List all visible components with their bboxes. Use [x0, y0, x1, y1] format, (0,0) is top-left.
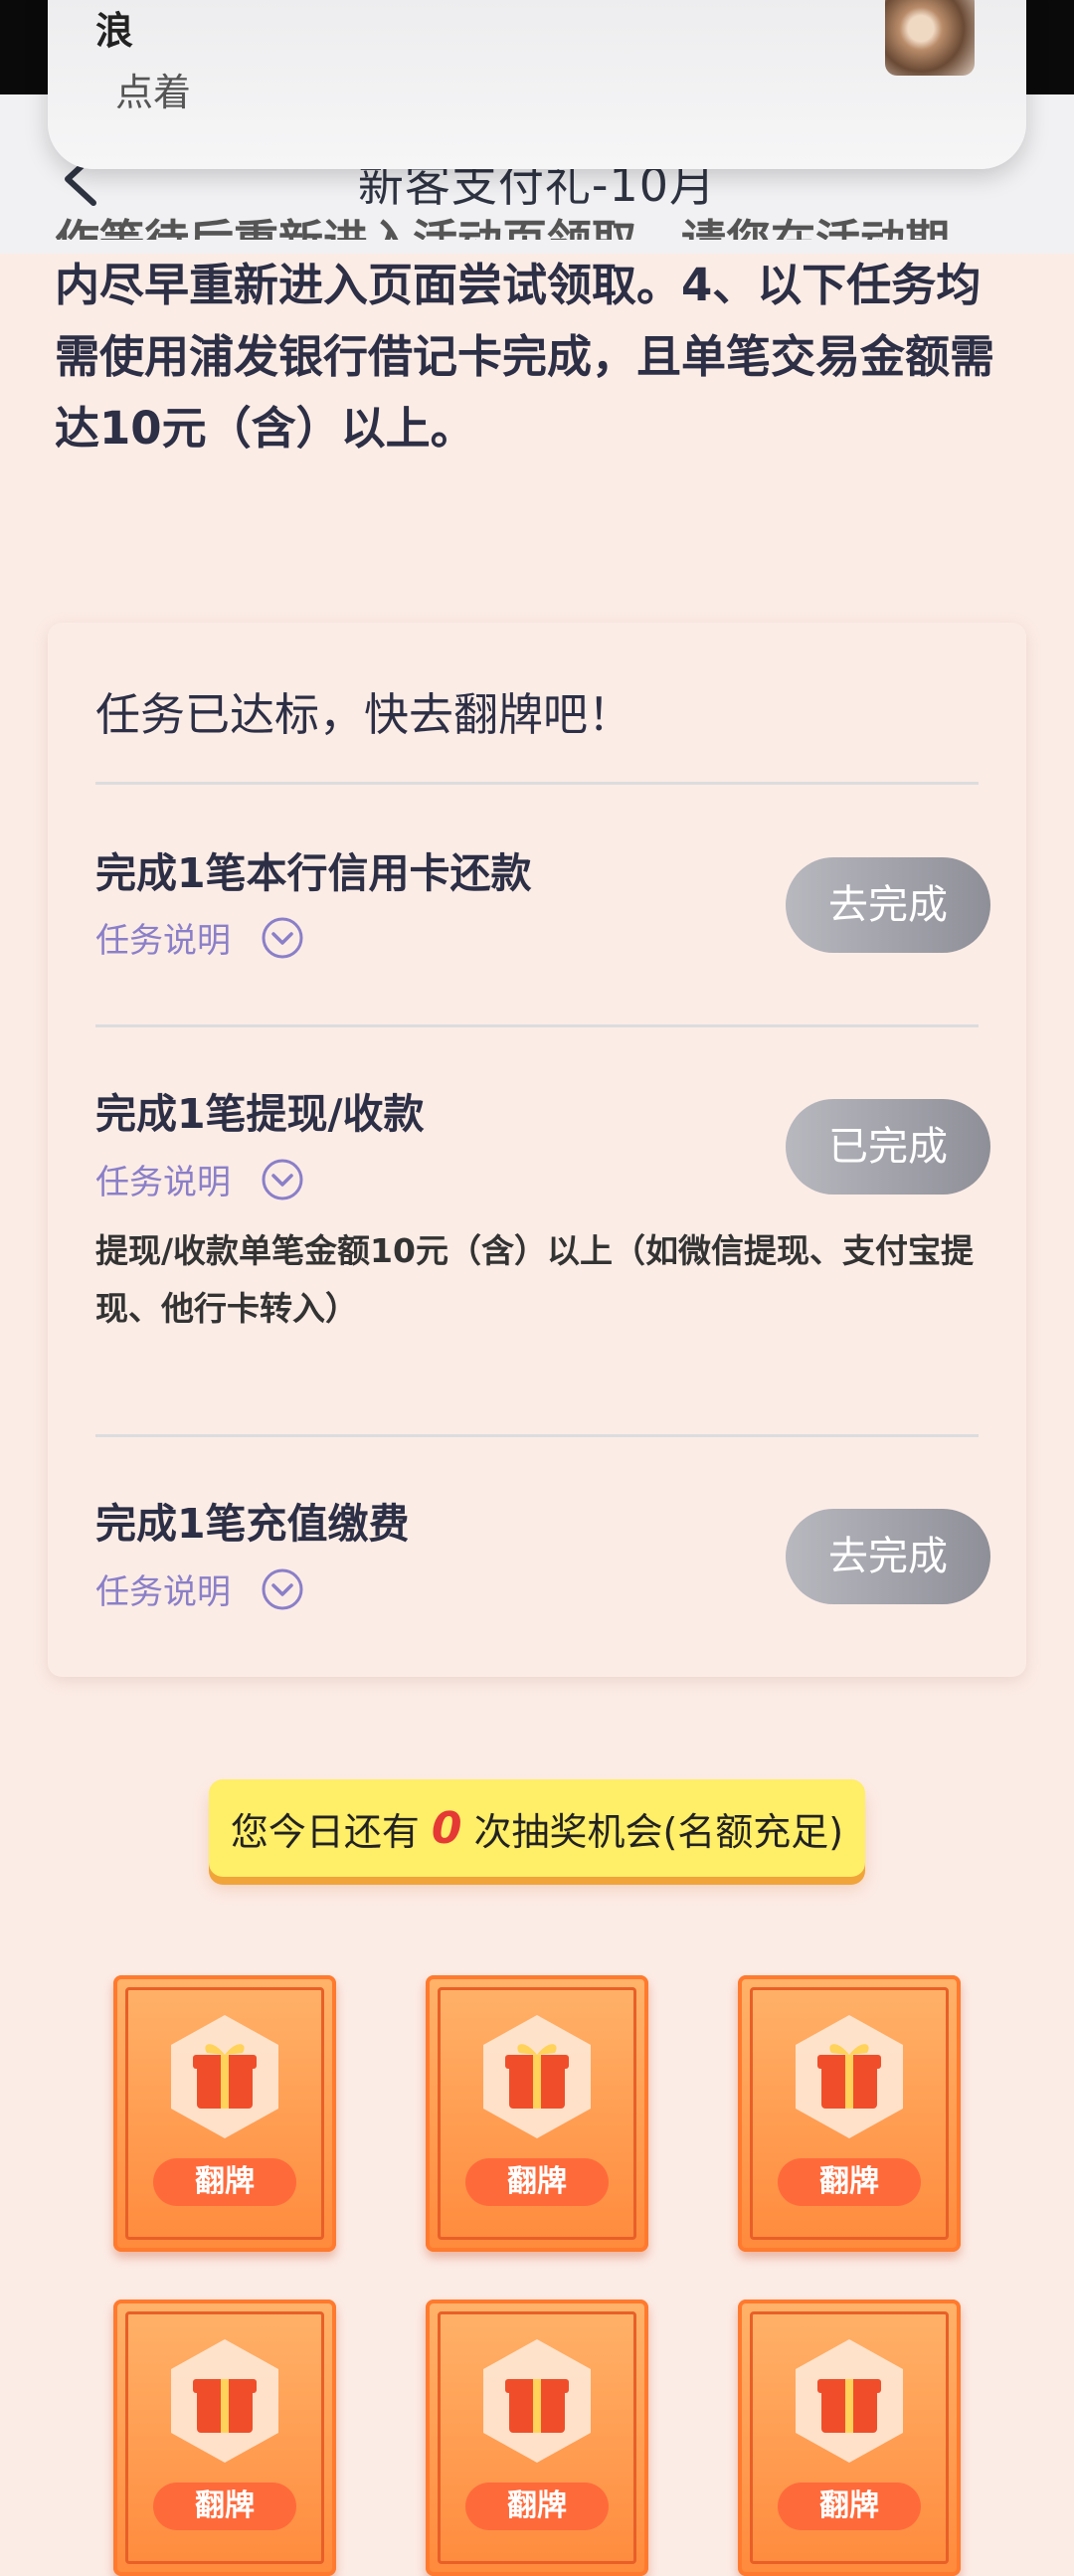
divider [95, 1024, 979, 1027]
task-explain-label: 任务说明 [95, 1572, 231, 1612]
notification-body: 点着 [115, 71, 192, 114]
flip-card[interactable]: 翻牌 [426, 2300, 648, 2576]
task-explain-toggle[interactable]: 任务说明 [95, 913, 304, 962]
chevron-down-icon [262, 1568, 303, 1609]
notification-thumbnail [885, 0, 975, 76]
flip-card[interactable]: 翻牌 [113, 1975, 336, 2252]
flip-card-label: 翻牌 [153, 2483, 296, 2530]
task-card-title: 任务已达标，快去翻牌吧！ [95, 688, 633, 741]
rules-text: 作等待后重新进入活动页领取，请您在活动期 内尽早重新进入页面尝试领取。4、以下任… [55, 215, 1024, 464]
notification-title: 浪 [95, 9, 134, 53]
notification-banner[interactable]: 浪 点着 [48, 0, 1026, 169]
task-title: 完成1笔充值缴费 [95, 1500, 410, 1548]
flip-card-label: 翻牌 [465, 2483, 609, 2530]
task-go-complete-button[interactable]: 去完成 [786, 1509, 990, 1604]
lottery-count: 0 [431, 1802, 462, 1854]
gift-icon [483, 2015, 591, 2138]
gift-icon [796, 2339, 903, 2463]
flip-card-label: 翻牌 [778, 2483, 921, 2530]
flip-card[interactable]: 翻牌 [738, 1975, 961, 2252]
task-explain-toggle[interactable]: 任务说明 [95, 1155, 304, 1203]
divider [95, 782, 979, 785]
task-title: 完成1笔提现/收款 [95, 1090, 425, 1138]
lottery-chances-banner: 您今日还有 0 次抽奖机会(名额充足) [209, 1779, 865, 1877]
task-title: 完成1笔本行信用卡还款 [95, 849, 532, 897]
gift-icon [171, 2015, 278, 2138]
gift-icon [796, 2015, 903, 2138]
task-explain-toggle[interactable]: 任务说明 [95, 1564, 304, 1613]
chevron-down-icon [262, 917, 303, 958]
task-go-complete-button[interactable]: 去完成 [786, 857, 990, 953]
flip-card[interactable]: 翻牌 [113, 2300, 336, 2576]
chevron-down-icon [262, 1159, 303, 1199]
task-card: 任务已达标，快去翻牌吧！ 完成1笔本行信用卡还款 任务说明 去完成 完成1笔提现… [48, 623, 1026, 1677]
lottery-suffix: 次抽奖机会(名额充足) [473, 1809, 844, 1854]
task-explain-label: 任务说明 [95, 1163, 231, 1202]
task-explain-label: 任务说明 [95, 921, 231, 961]
flip-card-label: 翻牌 [778, 2158, 921, 2206]
rules-paragraph: 内尽早重新进入页面尝试领取。4、以下任务均需使用浦发银行借记卡完成，且单笔交易金… [55, 259, 995, 455]
task-description: 提现/收款单笔金额10元（含）以上（如微信提现、支付宝提现、他行卡转入） [95, 1231, 974, 1328]
flip-card[interactable]: 翻牌 [738, 2300, 961, 2576]
flip-card-label: 翻牌 [153, 2158, 296, 2206]
rules-clipped-line: 作等待后重新进入活动页领取，请您在活动期 [55, 206, 1024, 240]
task-completed-button[interactable]: 已完成 [786, 1099, 990, 1195]
lottery-prefix: 您今日还有 [230, 1809, 420, 1854]
flip-card-label: 翻牌 [465, 2158, 609, 2206]
gift-icon [483, 2339, 591, 2463]
divider [95, 1434, 979, 1437]
flip-card[interactable]: 翻牌 [426, 1975, 648, 2252]
gift-icon [171, 2339, 278, 2463]
